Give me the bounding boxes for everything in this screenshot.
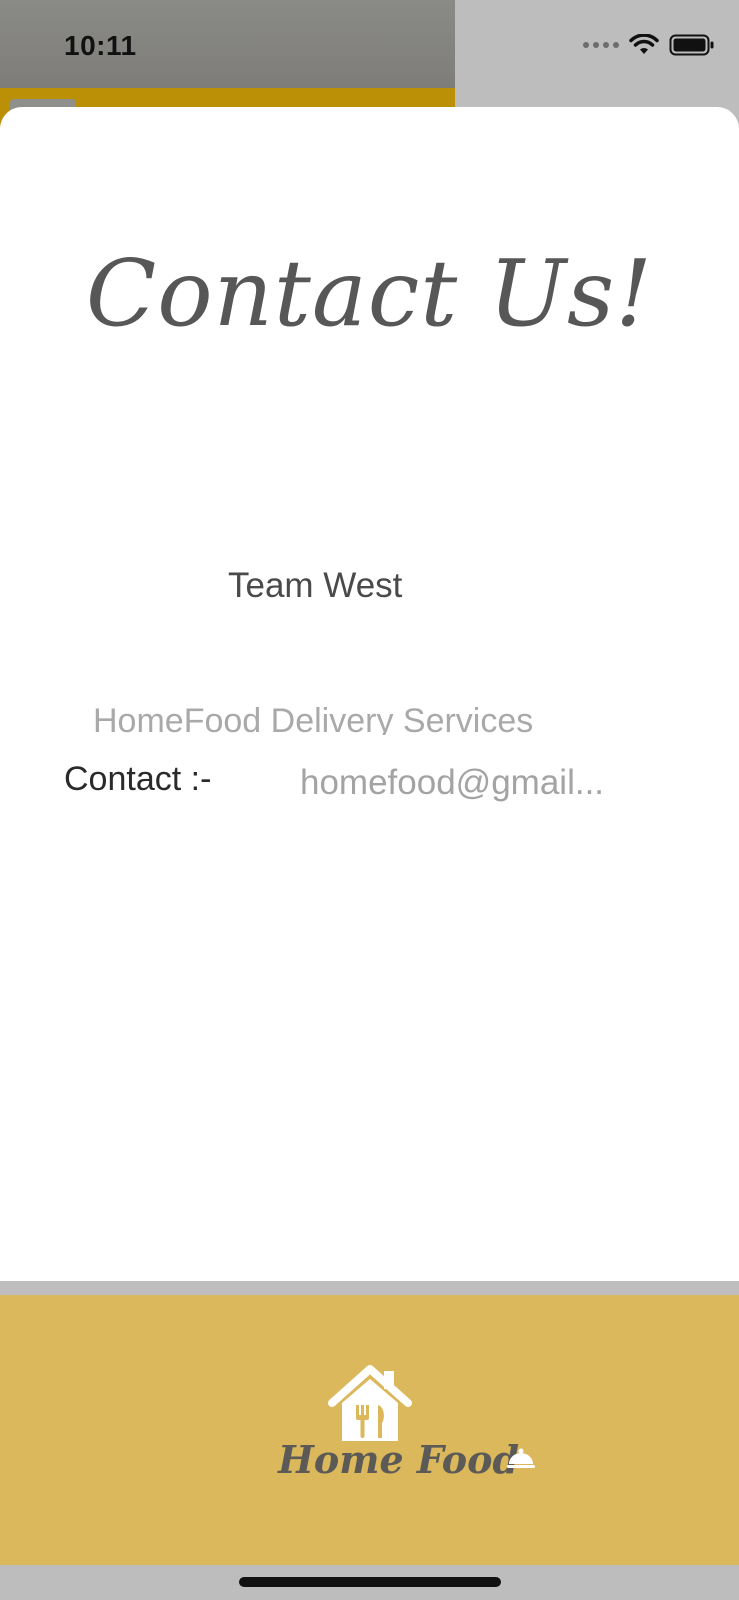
contact-label: Contact :- [64,760,212,794]
status-indicators [583,34,715,56]
page-title: Contact Us! [85,240,654,347]
cloche-icon[interactable] [506,1447,536,1471]
home-food-logo-icon [328,1365,412,1441]
company-name: HomeFood Delivery Services [93,702,534,735]
team-name: Team West [228,566,403,605]
home-food-logo[interactable]: Home Food [278,1365,520,1485]
logo-text: Home Food [278,1437,520,1482]
cellular-signal-icon [583,42,619,48]
battery-icon [669,34,714,56]
status-time: 10:11 [64,30,137,61]
home-indicator[interactable] [239,1577,501,1587]
wifi-icon [629,34,659,54]
contact-email-link[interactable]: homefood@gmail... [300,763,630,803]
tab-bar-divider [0,1281,739,1295]
